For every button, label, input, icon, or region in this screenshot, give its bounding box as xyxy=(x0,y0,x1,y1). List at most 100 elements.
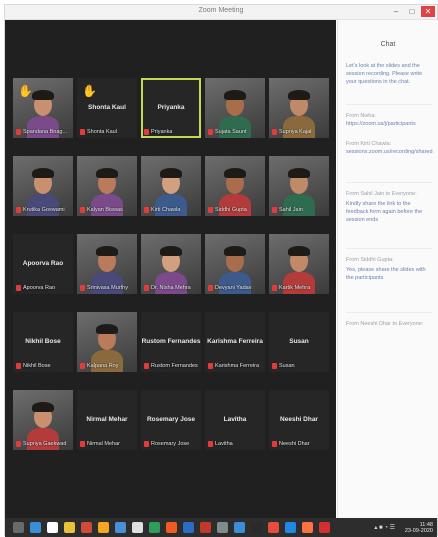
participant-tile[interactable]: Kalyan Biswas xyxy=(77,156,137,216)
chat-message: From Siddhi Gupta: xyxy=(346,256,432,264)
participant-tile[interactable]: Rosemary Jose Rosemary Jose xyxy=(141,390,201,450)
participant-tile[interactable]: Devyani Yadav xyxy=(205,234,265,294)
participant-tile[interactable]: Nirmal Mehar Nirmal Mehar xyxy=(77,390,137,450)
media-icon[interactable] xyxy=(81,522,92,533)
participant-hair xyxy=(32,168,54,178)
participant-tile[interactable]: Shonta Kaul ✋ Shonta Kaul xyxy=(77,78,137,138)
participant-tile[interactable]: Dr. Nisha Mehra xyxy=(141,234,201,294)
participant-center-name: Nirmal Mehar xyxy=(86,416,128,423)
participant-name: Sujata Saunt xyxy=(215,129,247,135)
chat-text: Kindly share the link to the feedback fo… xyxy=(346,201,423,223)
clock-date: 23-09-2020 xyxy=(404,528,433,534)
muted-mic-icon xyxy=(80,441,85,447)
maximize-button[interactable]: □ xyxy=(405,6,419,17)
terminal-icon[interactable] xyxy=(251,522,262,533)
participant-tile[interactable]: Kirti Chawla xyxy=(141,156,201,216)
participant-tile[interactable]: Karishma Ferreira Karishma Ferreira xyxy=(205,312,265,372)
participant-name: Nikhil Bose xyxy=(23,363,51,369)
chat-panel: Chat Let's look at the slides and the se… xyxy=(337,20,438,518)
muted-mic-icon xyxy=(16,207,21,213)
participant-name: Karishma Ferreira xyxy=(215,363,260,369)
participant-center-name: Susan xyxy=(289,338,309,345)
chat-sender: From Kirti Chawla: xyxy=(346,141,392,147)
window-title: Zoom Meeting xyxy=(198,7,244,14)
acrobat-icon[interactable] xyxy=(268,522,279,533)
chrome-icon[interactable] xyxy=(115,522,126,533)
chat-divider xyxy=(346,104,432,105)
participant-tile[interactable]: Sujata Saunt xyxy=(205,78,265,138)
participant-center-name: Apoorva Rao xyxy=(22,260,64,267)
participant-tile[interactable]: Kalpana Roy xyxy=(77,312,137,372)
close-button[interactable]: ✕ xyxy=(421,6,435,17)
windows-taskbar: ▴ ■ ◔ ☰ 11:48 23-09-2020 xyxy=(5,518,437,537)
settings-icon[interactable] xyxy=(217,522,228,533)
muted-mic-icon xyxy=(16,441,21,447)
participant-hair xyxy=(224,246,246,256)
participant-hair xyxy=(96,168,118,178)
raised-hand-icon: ✋ xyxy=(82,84,97,98)
muted-mic-icon xyxy=(144,207,149,213)
chat-divider xyxy=(346,248,432,249)
participant-hair xyxy=(32,90,54,100)
participant-tile[interactable]: Supriya Gaekwad xyxy=(13,390,73,450)
participant-tile[interactable]: Krutika Goswami xyxy=(13,156,73,216)
muted-mic-icon xyxy=(272,441,277,447)
participant-tile[interactable]: ✋ Spandana Bnag... xyxy=(13,78,73,138)
chat-text: https://zoom.us/j/participants xyxy=(346,121,416,127)
participant-tile[interactable]: Kartik Mehra xyxy=(269,234,329,294)
muted-mic-icon xyxy=(80,285,85,291)
participant-name: Supriya Gaekwad xyxy=(23,441,67,447)
participant-tile[interactable]: Supriya Kajal xyxy=(269,78,329,138)
excel-icon[interactable] xyxy=(149,522,160,533)
participant-tile[interactable]: Lavitha Lavitha xyxy=(205,390,265,450)
participant-hair xyxy=(96,324,118,334)
app-icon[interactable] xyxy=(319,522,330,533)
system-tray[interactable]: ▴ ■ ◔ ☰ xyxy=(374,524,395,531)
muted-mic-icon xyxy=(208,285,213,291)
search-icon[interactable] xyxy=(30,522,41,533)
participant-tile[interactable]: Sahil Jain xyxy=(269,156,329,216)
minimize-button[interactable]: – xyxy=(389,6,403,17)
powerpoint-icon[interactable] xyxy=(200,522,211,533)
participant-name: Srinivasa Murthy xyxy=(87,285,128,291)
taskbar-clock[interactable]: 11:48 23-09-2020 xyxy=(405,522,433,534)
chat-title: Chat xyxy=(380,41,396,48)
muted-mic-icon xyxy=(272,129,277,135)
start-icon[interactable] xyxy=(13,522,24,533)
chat-message: Yes, please share the slides with the pa… xyxy=(346,266,432,282)
participant-tile[interactable]: Apoorva Rao Apoorva Rao xyxy=(13,234,73,294)
task-view-icon[interactable] xyxy=(47,522,58,533)
muted-mic-icon xyxy=(16,363,21,369)
muted-mic-icon xyxy=(80,207,85,213)
folder-icon[interactable] xyxy=(64,522,75,533)
participant-name: Kirti Chawla xyxy=(151,207,181,213)
title-bar: Zoom Meeting – □ ✕ xyxy=(5,5,437,20)
participant-tile[interactable]: Srinivasa Murthy xyxy=(77,234,137,294)
participant-center-name: Rosemary Jose xyxy=(146,416,196,423)
participant-tile[interactable]: Susan Susan xyxy=(269,312,329,372)
store-icon[interactable] xyxy=(132,522,143,533)
muted-mic-icon xyxy=(16,285,21,291)
muted-mic-icon xyxy=(272,285,277,291)
participant-hair xyxy=(288,246,310,256)
firefox-icon[interactable] xyxy=(166,522,177,533)
chat-message: From Kirti Chawla: sessions.zoom.us/recor… xyxy=(346,140,433,156)
participant-tile[interactable]: Nikhil Bose Nikhil Bose xyxy=(13,312,73,372)
participant-name: Krutika Goswami xyxy=(23,207,65,213)
participant-name: Shonta Kaul xyxy=(87,129,117,135)
participant-tile[interactable]: Priyanka Priyanka xyxy=(141,78,201,138)
participant-name: Neeshi Dhar xyxy=(279,441,310,447)
participant-tile[interactable]: Neeshi Dhar Neeshi Dhar xyxy=(269,390,329,450)
muted-mic-icon xyxy=(272,207,277,213)
participant-center-name: Nikhil Bose xyxy=(25,338,61,345)
word-icon[interactable] xyxy=(183,522,194,533)
outlook-icon[interactable] xyxy=(234,522,245,533)
participant-hair xyxy=(96,246,118,256)
chat-divider xyxy=(346,312,432,313)
zoom-icon[interactable] xyxy=(285,522,296,533)
paint-icon[interactable] xyxy=(302,522,313,533)
participant-tile[interactable]: Rustom Fernandes Rustom Fernandes xyxy=(141,312,201,372)
camera-icon[interactable] xyxy=(98,522,109,533)
muted-mic-icon xyxy=(208,129,213,135)
participant-tile[interactable]: Siddhi Gupta xyxy=(205,156,265,216)
